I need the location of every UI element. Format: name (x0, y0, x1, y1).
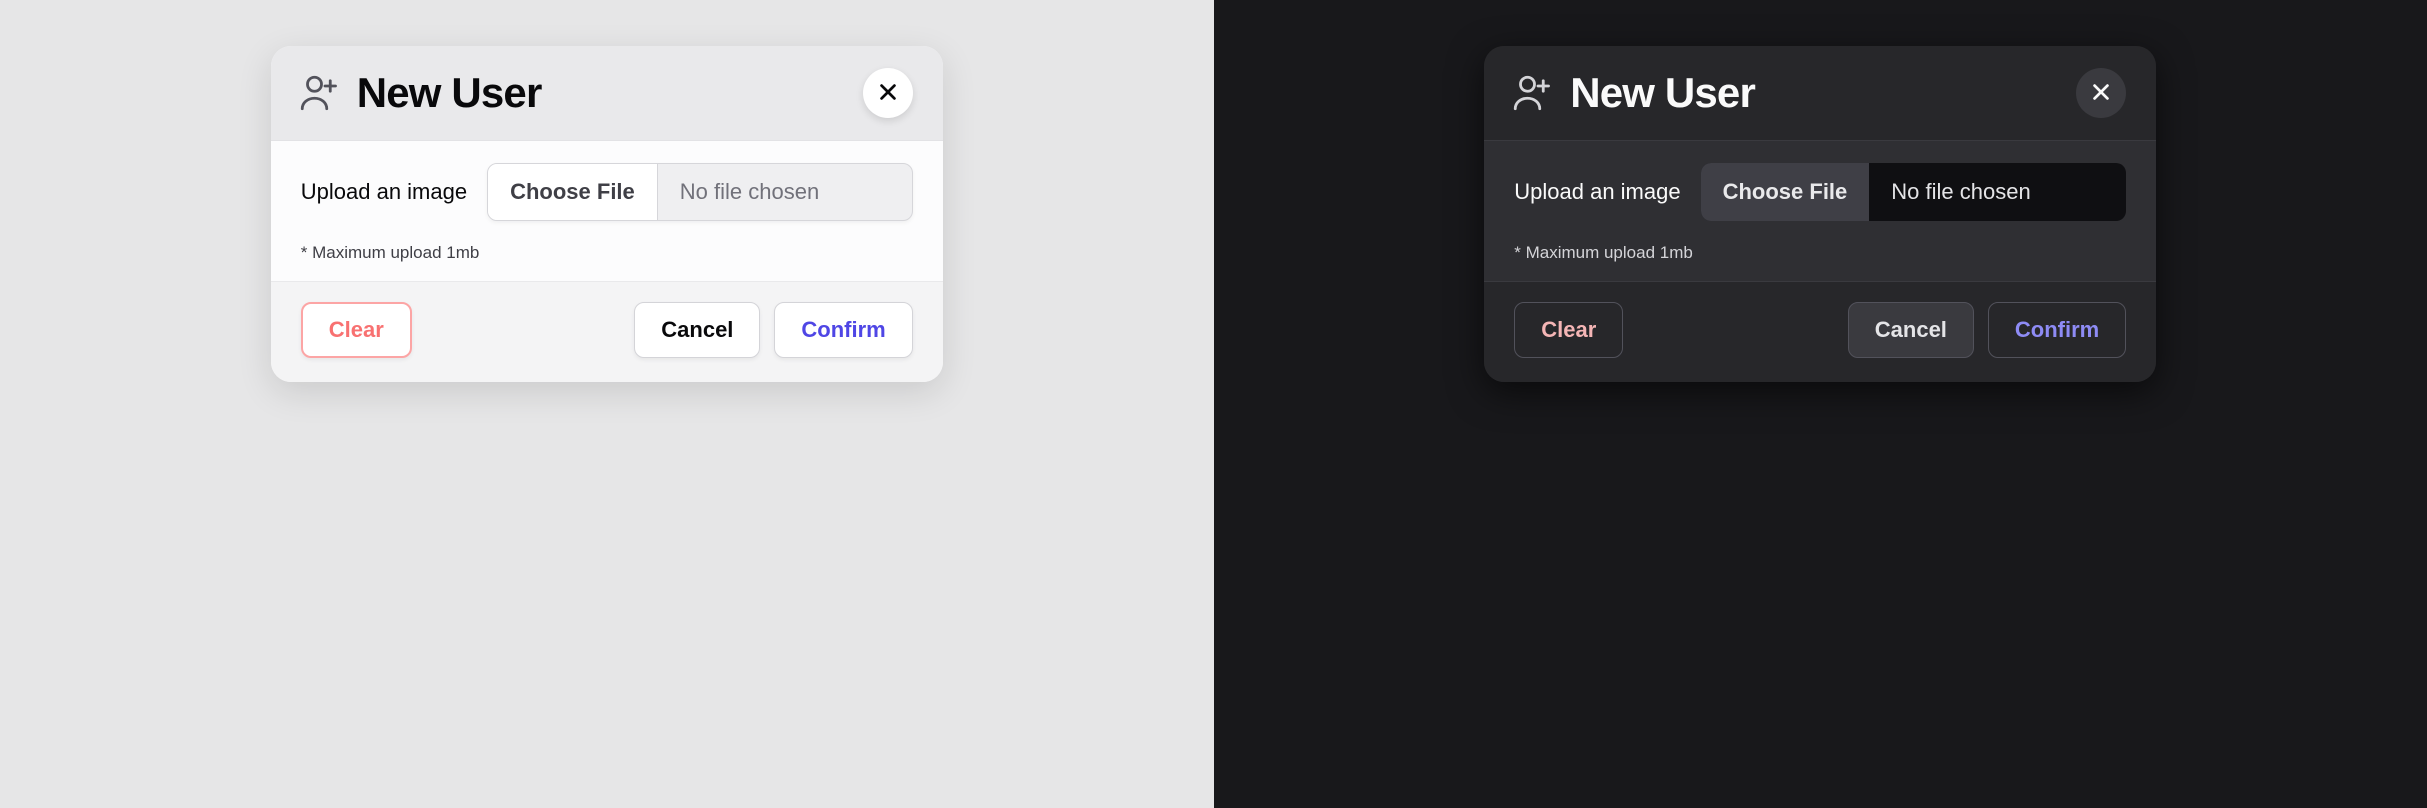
card-header: New User (271, 46, 943, 141)
close-button[interactable] (863, 68, 913, 118)
choose-file-button[interactable]: Choose File (1701, 163, 1870, 221)
close-icon (877, 81, 899, 106)
card-body: Upload an image Choose File No file chos… (1484, 141, 2156, 281)
user-plus-icon (297, 72, 339, 114)
page-title: New User (357, 69, 542, 117)
card-header: New User (1484, 46, 2156, 141)
card-body: Upload an image Choose File No file chos… (271, 141, 943, 281)
light-theme-panel: New User Upload an image Choose File No … (0, 0, 1214, 808)
page-title: New User (1570, 69, 1755, 117)
cancel-button[interactable]: Cancel (634, 302, 760, 358)
file-status-text: No file chosen (1869, 163, 2126, 221)
user-plus-icon (1510, 72, 1552, 114)
upload-row: Upload an image Choose File No file chos… (301, 163, 913, 221)
choose-file-button[interactable]: Choose File (488, 164, 658, 220)
cancel-button[interactable]: Cancel (1848, 302, 1974, 358)
card-footer: Clear Cancel Confirm (271, 281, 943, 382)
upload-row: Upload an image Choose File No file chos… (1514, 163, 2126, 221)
confirm-button[interactable]: Confirm (774, 302, 912, 358)
upload-hint: * Maximum upload 1mb (301, 243, 913, 263)
clear-button[interactable]: Clear (1514, 302, 1623, 358)
close-button[interactable] (2076, 68, 2126, 118)
upload-label: Upload an image (1514, 179, 1680, 205)
new-user-card: New User Upload an image Choose File No … (271, 46, 943, 382)
file-picker: Choose File No file chosen (487, 163, 913, 221)
close-icon (2090, 81, 2112, 106)
clear-button[interactable]: Clear (301, 302, 412, 358)
confirm-button[interactable]: Confirm (1988, 302, 2126, 358)
upload-label: Upload an image (301, 179, 467, 205)
dark-theme-panel: New User Upload an image Choose File No … (1214, 0, 2427, 808)
file-picker: Choose File No file chosen (1701, 163, 2127, 221)
new-user-card: New User Upload an image Choose File No … (1484, 46, 2156, 382)
upload-hint: * Maximum upload 1mb (1514, 243, 2126, 263)
card-footer: Clear Cancel Confirm (1484, 281, 2156, 382)
file-status-text: No file chosen (658, 164, 912, 220)
